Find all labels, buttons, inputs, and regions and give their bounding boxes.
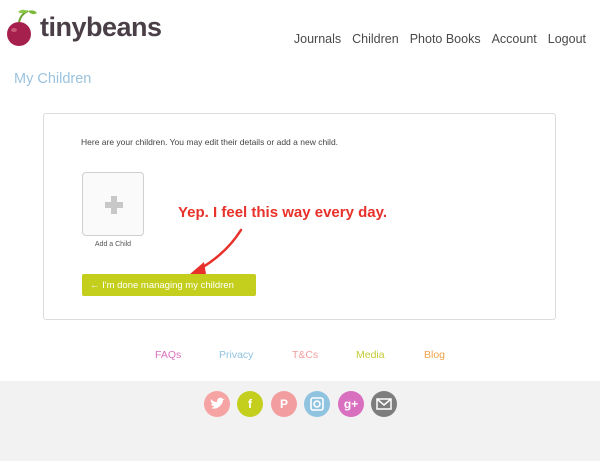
email-icon[interactable] — [371, 391, 397, 417]
facebook-icon[interactable]: f — [237, 391, 263, 417]
main-nav: Journals Children Photo Books Account Lo… — [283, 32, 586, 46]
nav-journals[interactable]: Journals — [294, 32, 341, 46]
intro-text: Here are your children. You may edit the… — [81, 137, 339, 147]
nav-account[interactable]: Account — [492, 32, 537, 46]
annotation-text: Yep. I feel this way every day. — [178, 204, 387, 221]
brand-name: tinybeans — [40, 12, 162, 42]
instagram-icon[interactable] — [304, 391, 330, 417]
footer-link-tcs[interactable]: T&Cs — [292, 349, 318, 361]
add-child-label: Add a Child — [94, 241, 132, 248]
footer-band — [0, 381, 600, 461]
twitter-icon[interactable] — [204, 391, 230, 417]
nav-children[interactable]: Children — [352, 32, 399, 46]
pinterest-icon[interactable]: P — [271, 391, 297, 417]
cherry-icon — [7, 9, 37, 46]
footer-link-faqs[interactable]: FAQs — [155, 349, 181, 361]
nav-logout[interactable]: Logout — [548, 32, 586, 46]
nav-photo-books[interactable]: Photo Books — [410, 32, 481, 46]
plus-icon — [105, 196, 123, 214]
footer-link-media[interactable]: Media — [356, 349, 385, 361]
google-plus-icon[interactable]: g+ — [338, 391, 364, 417]
add-child-tile[interactable] — [82, 172, 144, 236]
page-title: My Children — [14, 71, 92, 87]
footer-link-privacy[interactable]: Privacy — [219, 349, 253, 361]
header: tinybeans Journals Children Photo Books … — [0, 0, 600, 60]
tinybeans-logo[interactable]: tinybeans — [6, 8, 162, 48]
footer-link-blog[interactable]: Blog — [424, 349, 445, 361]
annotation-arrow-icon — [190, 228, 243, 274]
